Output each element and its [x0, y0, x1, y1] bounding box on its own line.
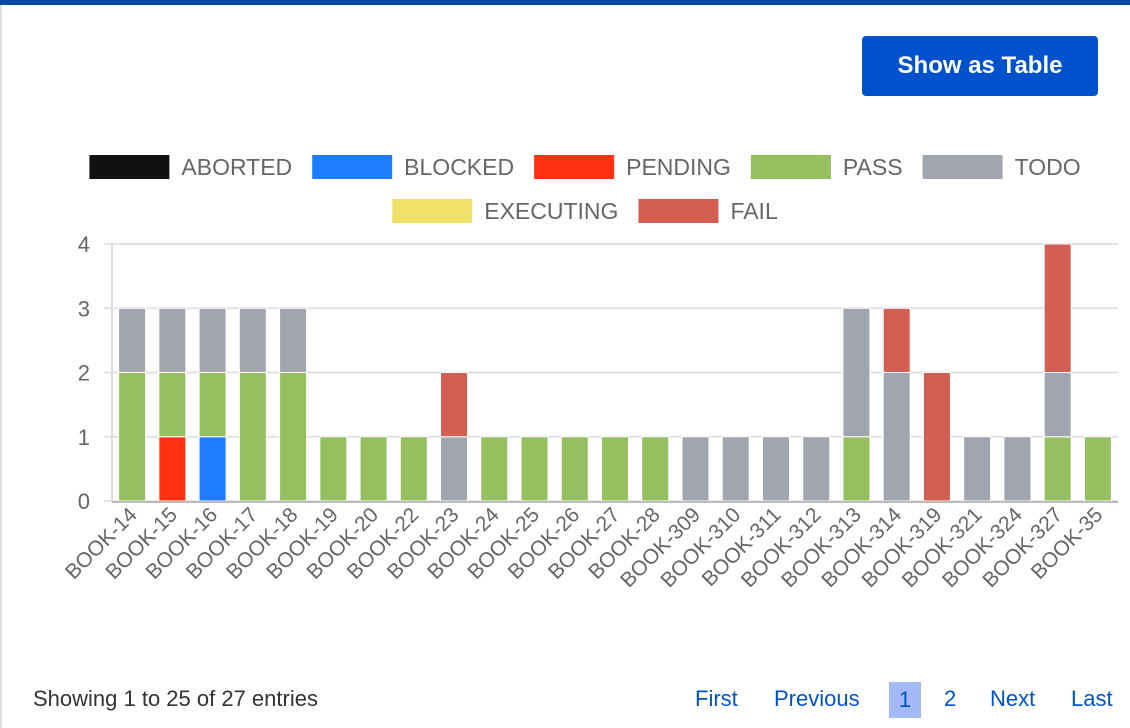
bar-segment-fail[interactable]: [882, 307, 911, 373]
bar-stack-book-14[interactable]: [118, 307, 147, 502]
bar-segment-todo[interactable]: [1043, 372, 1072, 438]
bar-stack-book-310[interactable]: [721, 436, 750, 502]
legend-swatch-pending: [534, 155, 615, 179]
bar-segment-pass[interactable]: [118, 372, 147, 502]
legend-swatch-fail: [638, 199, 719, 223]
bar-segment-fail[interactable]: [922, 372, 951, 502]
x-axis-labels: BOOK-14BOOK-15BOOK-16BOOK-17BOOK-18BOOK-…: [61, 503, 1107, 592]
bar-stack-book-26[interactable]: [560, 436, 589, 502]
bar-stack-book-25[interactable]: [520, 436, 549, 502]
bar-stack-book-15[interactable]: [158, 307, 187, 502]
bar-segment-pending[interactable]: [158, 436, 187, 502]
bar-stack-book-22[interactable]: [399, 436, 428, 502]
bar-stack-book-28[interactable]: [641, 436, 670, 502]
bar-stack-book-16[interactable]: [198, 307, 227, 502]
bar-segment-pass[interactable]: [319, 436, 348, 502]
bar-segment-fail[interactable]: [1043, 243, 1072, 373]
bar-stack-book-18[interactable]: [279, 307, 308, 502]
y-tick-label: 2: [78, 361, 90, 386]
bar-segment-todo[interactable]: [198, 307, 227, 373]
bar-segment-todo[interactable]: [279, 307, 308, 373]
bar-segment-todo[interactable]: [238, 307, 267, 373]
bar-segment-pass[interactable]: [198, 372, 227, 438]
pagination-next[interactable]: Next: [990, 686, 1035, 712]
pagination-last[interactable]: Last: [1071, 686, 1113, 712]
bar-stack-book-27[interactable]: [601, 436, 629, 502]
legend-label: BLOCKED: [404, 154, 514, 180]
legend-swatch-pass: [750, 155, 831, 179]
bar-stack-book-321[interactable]: [963, 436, 992, 502]
entries-info: Showing 1 to 25 of 27 entries: [33, 686, 318, 711]
y-tick-label: 3: [78, 296, 90, 321]
bar-segment-todo[interactable]: [158, 307, 187, 373]
y-tick-label: 0: [78, 489, 90, 514]
bar-segment-pass[interactable]: [279, 372, 308, 502]
bar-segment-todo[interactable]: [440, 436, 469, 502]
bar-stack-book-17[interactable]: [238, 307, 267, 502]
bar-segment-todo[interactable]: [842, 307, 871, 438]
chart-legend: ABORTED BLOCKED PENDING PASS TODO EXECUTING FA…: [89, 154, 1081, 224]
bar-stack-book-311[interactable]: [761, 436, 790, 502]
bar-segment-pass[interactable]: [238, 372, 267, 502]
bar-segment-pass[interactable]: [399, 436, 428, 502]
pagination-first[interactable]: First: [695, 686, 738, 712]
legend-label: FAIL: [730, 198, 778, 224]
legend-swatch-todo: [922, 155, 1003, 179]
legend-swatch-blocked: [312, 155, 393, 179]
legend-item-aborted[interactable]: ABORTED: [89, 154, 292, 180]
y-tick-label: 4: [78, 232, 90, 257]
pagination-previous[interactable]: Previous: [774, 686, 860, 712]
legend-label: TODO: [1015, 154, 1081, 180]
bar-segment-pass[interactable]: [560, 436, 589, 502]
y-axis-ticks: 0 1 2 3 4: [78, 232, 90, 514]
bar-segment-todo[interactable]: [681, 436, 710, 502]
legend-label: ABORTED: [181, 154, 292, 180]
bar-stack-book-23[interactable]: [440, 372, 469, 502]
legend-item-pending[interactable]: PENDING: [534, 154, 731, 180]
bar-segment-todo[interactable]: [963, 436, 992, 502]
legend-label: PASS: [843, 154, 903, 180]
bar-stack-book-19[interactable]: [319, 436, 348, 502]
bar-stack-book-327[interactable]: [1043, 243, 1072, 502]
bar-segment-pass[interactable]: [842, 436, 871, 502]
bar-segment-pass[interactable]: [1043, 436, 1072, 502]
bar-segment-pass[interactable]: [520, 436, 549, 502]
bar-segment-blocked[interactable]: [198, 436, 227, 502]
legend-swatch-executing: [392, 199, 473, 223]
legend-item-pass[interactable]: PASS: [750, 154, 903, 180]
legend-item-todo[interactable]: TODO: [922, 154, 1081, 180]
bar-segment-pass[interactable]: [601, 436, 629, 502]
bar-stack-book-319[interactable]: [922, 372, 951, 502]
bar-stack-book-312[interactable]: [802, 436, 831, 502]
bar-segment-todo[interactable]: [1003, 436, 1032, 502]
legend-label: PENDING: [626, 154, 731, 180]
bar-stack-book-314[interactable]: [882, 307, 911, 502]
legend-item-blocked[interactable]: BLOCKED: [312, 154, 514, 180]
pagination-page-1[interactable]: 1: [889, 682, 921, 718]
bar-stack-book-20[interactable]: [359, 436, 388, 502]
bar-segment-pass[interactable]: [158, 372, 187, 438]
bar-segment-pass[interactable]: [641, 436, 670, 502]
bar-segment-todo[interactable]: [118, 307, 147, 373]
bar-stack-book-24[interactable]: [480, 436, 509, 502]
bar-segment-pass[interactable]: [359, 436, 388, 502]
bar-segment-todo[interactable]: [802, 436, 831, 502]
stacked-bar-chart: ABORTED BLOCKED PENDING PASS TODO EXECUTING FA…: [61, 154, 1118, 592]
legend-item-executing[interactable]: EXECUTING: [392, 198, 618, 224]
bar-segment-fail[interactable]: [440, 372, 469, 438]
bar-segment-todo[interactable]: [882, 372, 911, 502]
legend-swatch-aborted: [89, 155, 170, 179]
bar-stack-book-313[interactable]: [842, 307, 871, 502]
bar-stack-book-324[interactable]: [1003, 436, 1032, 502]
pagination-page-2[interactable]: 2: [944, 686, 956, 712]
legend-label: EXECUTING: [484, 198, 618, 224]
bar-segment-todo[interactable]: [721, 436, 750, 502]
bar-segment-pass[interactable]: [480, 436, 509, 502]
legend-item-fail[interactable]: FAIL: [638, 198, 778, 224]
bar-stack-book-35[interactable]: [1083, 436, 1112, 502]
y-tick-label: 1: [78, 425, 90, 450]
bar-segment-todo[interactable]: [761, 436, 790, 502]
bar-segment-pass[interactable]: [1083, 436, 1112, 502]
bar-stack-book-309[interactable]: [681, 436, 710, 502]
